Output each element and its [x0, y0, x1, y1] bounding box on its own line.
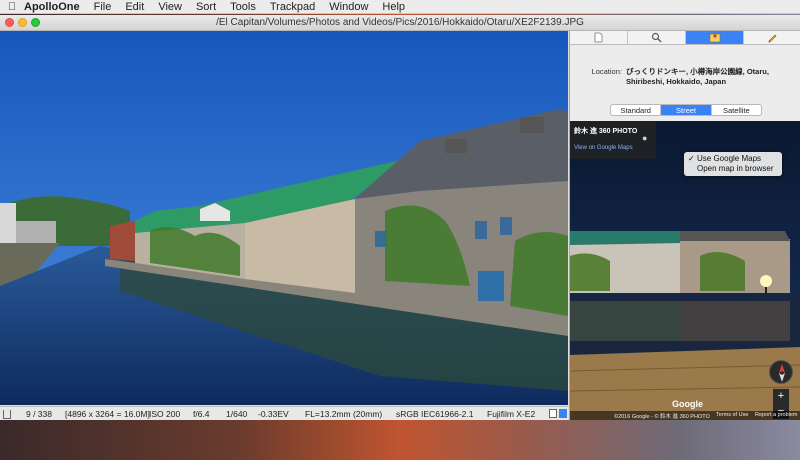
report-problem-link[interactable]: Report a problem — [755, 412, 798, 418]
zoom-window-button[interactable] — [31, 18, 40, 27]
map-mode-street[interactable]: Street — [661, 105, 712, 115]
inspector-tabs — [570, 31, 800, 45]
status-bar: 9 / 338 [4896 x 3264 = 16.0M] ISO 200 f/… — [0, 406, 568, 420]
magnifier-icon — [651, 32, 662, 43]
attribution-text: ©2016 Google - © 鈴木 進 360 PHOTO — [614, 414, 710, 420]
location-label: Location: — [591, 67, 622, 76]
terms-of-use-link[interactable]: Terms of Use — [716, 412, 748, 418]
viewer-window: /El Capitan/Volumes/Photos and Videos/Pi… — [0, 15, 800, 420]
split-view-icon[interactable] — [559, 409, 567, 418]
photo-canvas[interactable] — [0, 31, 568, 405]
view-on-google-maps-link[interactable]: View on Google Maps — [574, 145, 633, 151]
street-view-title: 鈴木 進 360 PHOTO — [574, 128, 638, 135]
shutter-value: 1/640 — [226, 409, 248, 419]
tab-edit[interactable] — [744, 31, 800, 44]
menu-tools[interactable]: Tools — [230, 1, 256, 13]
menu-item-use-google-maps[interactable]: ✓ Use Google Maps — [688, 154, 761, 164]
map-mode-standard[interactable]: Standard — [611, 105, 662, 115]
zoom-in-button[interactable]: + — [773, 389, 789, 404]
menu-trackpad[interactable]: Trackpad — [270, 1, 315, 13]
location-row: Location: びっくりドンキー, 小樽海岸公園線, Otaru, Shir… — [578, 67, 793, 87]
share-icon[interactable] — [3, 410, 11, 419]
location-value: びっくりドンキー, 小樽海岸公園線, Otaru, Shiribeshi, Ho… — [626, 67, 769, 86]
tab-map[interactable] — [686, 31, 744, 44]
menu-item-open-in-browser[interactable]: Open map in browser — [688, 164, 773, 174]
aperture-value: f/6.4 — [193, 409, 210, 419]
photo-image — [0, 31, 568, 405]
attribution-bar: ©2016 Google - © 鈴木 進 360 PHOTO Terms of… — [570, 411, 800, 420]
menu-bar:  ApolloOne File Edit View Sort Tools Tr… — [0, 0, 800, 14]
pin-icon[interactable]: ● — [642, 133, 647, 143]
app-menu[interactable]: ApolloOne — [24, 1, 80, 13]
photo-index: 9 / 338 — [26, 409, 52, 419]
menu-edit[interactable]: Edit — [125, 1, 144, 13]
window-title: /El Capitan/Volumes/Photos and Videos/Pi… — [216, 17, 584, 28]
map-mode-selector: Standard Street Satellite — [610, 104, 762, 116]
focal-length-value: FL=13.2mm (20mm) — [305, 409, 383, 419]
compass-icon[interactable] — [769, 360, 793, 384]
menu-file[interactable]: File — [94, 1, 112, 13]
desktop-wallpaper — [0, 420, 800, 460]
context-menu: ✓ Use Google Maps Open map in browser — [684, 152, 782, 176]
camera-model: Fujifilm X-E2 — [487, 409, 536, 419]
map-mode-satellite[interactable]: Satellite — [712, 105, 761, 115]
menu-sort[interactable]: Sort — [196, 1, 216, 13]
inspector-panel: Location: びっくりドンキー, 小樽海岸公園線, Otaru, Shir… — [569, 31, 800, 420]
map-icon — [709, 33, 720, 43]
photo-dimensions: [4896 x 3264 = 16.0M] — [65, 409, 150, 419]
google-logo: Google — [672, 399, 703, 409]
checkmark-icon: ✓ — [688, 154, 695, 163]
file-icon — [594, 32, 603, 43]
menu-window[interactable]: Window — [329, 1, 368, 13]
single-view-icon[interactable] — [549, 409, 557, 418]
street-view[interactable]: 鈴木 進 360 PHOTO View on Google Maps ● ✓ Us… — [570, 121, 800, 420]
tab-exif[interactable] — [628, 31, 686, 44]
close-window-button[interactable] — [5, 18, 14, 27]
menu-view[interactable]: View — [158, 1, 182, 13]
exposure-value: -0.33EV — [258, 409, 289, 419]
pencil-icon — [768, 34, 777, 43]
minimize-window-button[interactable] — [18, 18, 27, 27]
menu-help[interactable]: Help — [382, 1, 405, 13]
street-view-info-card: 鈴木 進 360 PHOTO View on Google Maps ● — [570, 121, 656, 159]
title-bar[interactable]: /El Capitan/Volumes/Photos and Videos/Pi… — [0, 15, 800, 31]
tab-file-info[interactable] — [570, 31, 628, 44]
color-space-value: sRGB IEC61966-2.1 — [396, 409, 474, 419]
iso-value: ISO 200 — [149, 409, 181, 419]
apple-icon[interactable]:  — [0, 1, 24, 13]
